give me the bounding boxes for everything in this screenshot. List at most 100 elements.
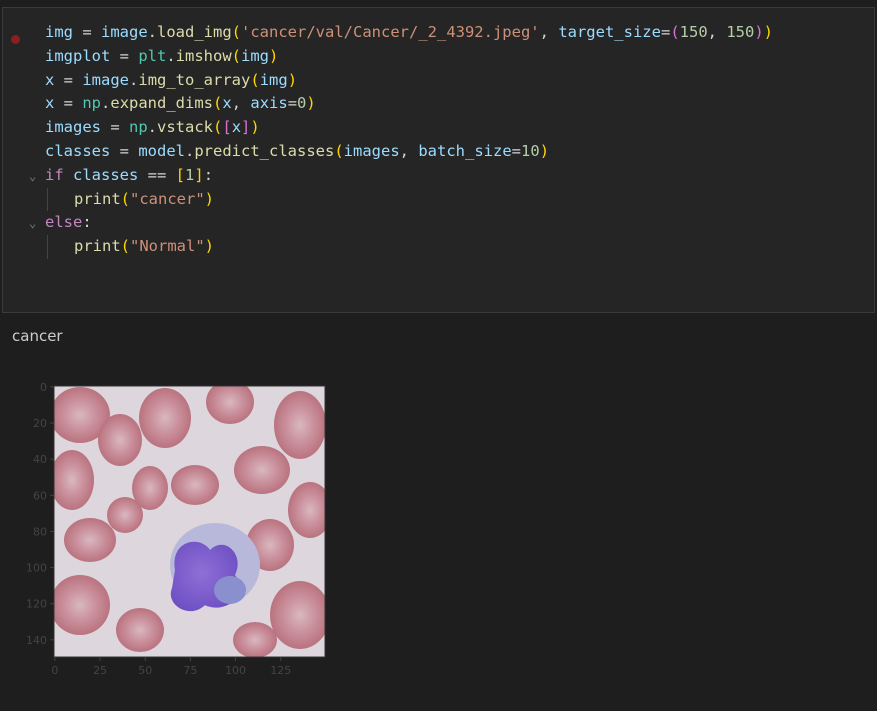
code-token: 1 [185,165,195,184]
code-token: 150 [679,23,708,41]
code-token: ) [306,94,316,113]
code-token: np [129,118,148,137]
code-token: if [45,165,64,184]
code-line[interactable]: imgplot = plt.imshow(img) [45,45,773,69]
code-token: x [231,118,242,137]
code-token: images [343,141,400,160]
code-token: ] [241,118,251,137]
code-token: ( [120,237,131,256]
code-token: ( [250,70,260,89]
code-token: = [73,23,101,41]
plot-axes: 0 20 40 60 80 100 120 140 0 25 50 75 100 125 [26,381,326,677]
code-token: ) [204,189,215,208]
code-line[interactable]: classes = model.predict_classes(images, … [45,140,773,164]
code-token: == [138,165,176,184]
code-token: = [54,70,83,89]
code-token: : [82,213,92,232]
code-token: ) [287,70,298,89]
y-tick-label: 60 [33,489,47,502]
code-token: ( [213,118,223,137]
code-token: , [707,23,727,41]
code-token: model [138,141,185,160]
code-token: target_size [558,23,661,41]
code-token: image [101,23,148,41]
code-token: [ [175,165,186,184]
code-token: print [74,237,121,256]
code-line[interactable]: print("cancer") [45,187,773,212]
x-tick-label: 75 [183,664,197,677]
code-line[interactable]: img = image.load_img('cancer/val/Cancer/… [45,21,773,45]
code-token: ( [231,23,242,41]
code-token: ) [204,237,215,256]
code-line[interactable]: x = np.expand_dims(x, axis=0) [45,92,773,116]
code-token: img [45,23,73,41]
code-token: x [45,70,55,89]
x-tick-label: 100 [225,664,246,677]
code-token: = [287,94,298,113]
y-tick-label: 100 [26,562,47,575]
code-token: . [166,46,176,65]
code-line[interactable]: print("Normal") [45,235,773,259]
code-cell[interactable]: img = image.load_img('cancer/val/Cancer/… [2,7,875,313]
code-token: ) [250,118,260,137]
code-token: = [511,141,522,160]
code-token: classes [45,141,111,160]
code-token: "Normal" [130,237,205,256]
code-editor[interactable]: img = image.load_img('cancer/val/Cancer/… [29,21,773,259]
code-token: . [129,70,139,89]
y-tick-label: 0 [40,381,47,394]
code-line[interactable]: ⌄ else: [29,211,773,235]
code-token: ] [194,165,204,184]
code-token: ) [754,23,764,41]
code-token: . [185,141,195,160]
code-token: [ [222,118,232,137]
code-token: image [82,70,130,89]
code-token: img [241,46,270,65]
fold-chevron-icon[interactable]: ⌄ [29,165,36,189]
cell-output-text: cancer [12,327,63,345]
code-token: ( [334,141,344,160]
y-tick-label: 140 [26,634,47,647]
y-tick-label: 40 [33,453,47,466]
code-token: imgplot [45,46,111,65]
x-tick-label: 0 [51,664,58,677]
code-token: img [259,70,288,89]
code-token: , [231,94,251,113]
code-token: np [82,94,102,113]
code-token: print [74,189,121,208]
code-token: 150 [726,23,755,41]
x-tick-label: 25 [93,664,107,677]
code-token: = [660,23,671,41]
code-token: , [539,23,559,41]
code-token: load_img [157,23,232,41]
y-tick-label: 20 [33,417,47,430]
code-line[interactable]: x = image.img_to_array(img) [45,69,773,93]
output-plot: 0 20 40 60 80 100 120 140 0 25 50 75 100 125 [0,370,360,694]
code-token: imshow [175,46,232,65]
code-token: x [222,94,232,113]
code-line[interactable]: ⌄ if classes == [1]: [29,164,773,188]
x-tick-label: 50 [138,664,152,677]
x-tick-label: 125 [270,664,291,677]
code-line[interactable]: images = np.vstack([x]) [45,116,773,140]
code-token: images [45,118,101,137]
fold-chevron-icon[interactable]: ⌄ [29,212,36,236]
code-token: plt [138,46,167,65]
code-token: ( [231,46,242,65]
code-token: 10 [521,141,540,160]
code-token: ) [539,141,550,160]
code-token: else [45,213,83,232]
code-token: = [110,141,139,160]
code-token: . [147,23,158,41]
code-token: x [45,94,55,113]
y-tick-label: 80 [33,525,47,538]
breakpoint-icon[interactable] [11,35,20,44]
code-token: ) [763,23,774,41]
code-token: ( [213,94,223,113]
code-token: ) [269,46,279,65]
code-token: . [101,94,111,113]
code-token: 0 [297,94,307,113]
code-token: = [110,46,139,65]
code-token: = [101,118,129,137]
